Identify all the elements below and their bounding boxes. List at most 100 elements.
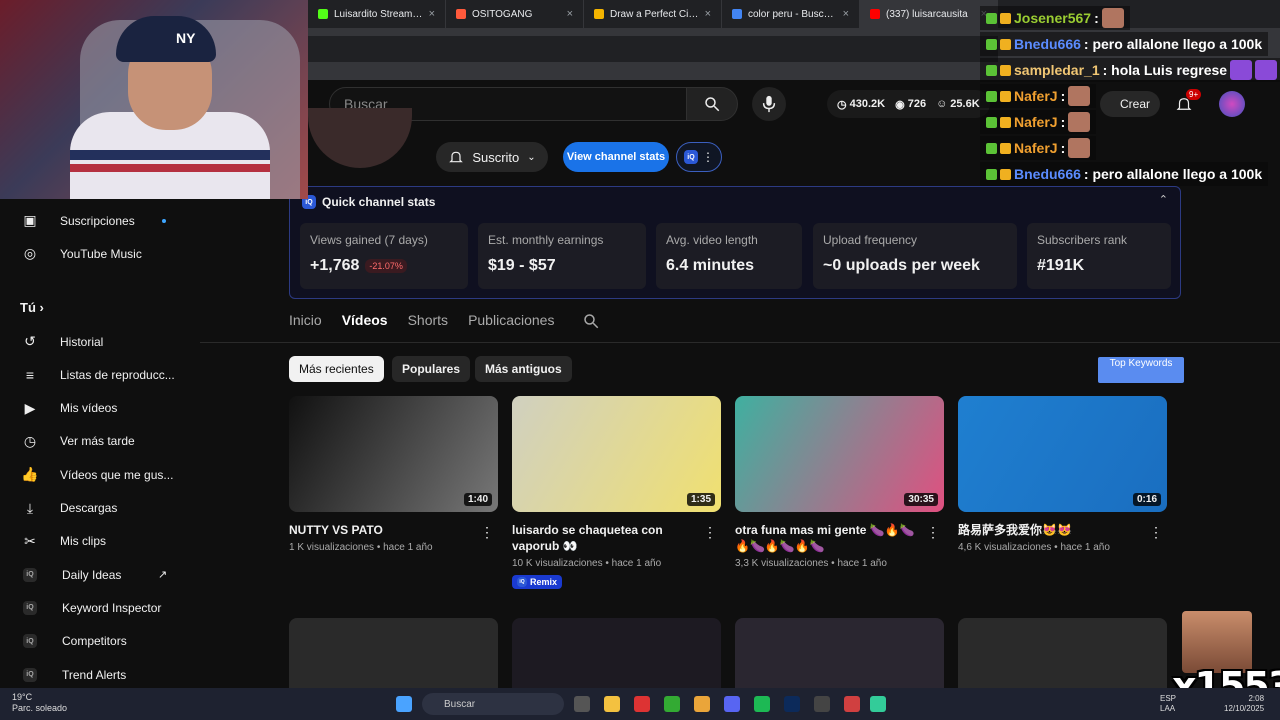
sidebar-item[interactable]: 👍 Vídeos que me gus...	[0, 458, 200, 491]
video-thumbnail[interactable]: 0:16	[958, 396, 1167, 512]
video-title[interactable]: 路易萨多我爱你😻😻	[958, 522, 1167, 538]
view-channel-stats-button[interactable]: View channel stats	[563, 142, 669, 172]
opera-icon[interactable]	[844, 696, 860, 712]
sidebar-item[interactable]: ▶ Mis vídeos	[0, 392, 200, 425]
sidebar-item[interactable]: ↺ Historial	[0, 325, 200, 358]
taskbar-search[interactable]: Buscar	[422, 693, 564, 715]
taskbar: 19°C Parc. soleado Buscar ESP LAA 2:08 12/1…	[0, 688, 1280, 720]
vidiq-menu-button[interactable]: iQ ⋮	[676, 142, 722, 172]
like-icon: 👍	[21, 466, 39, 483]
video-thumbnail[interactable]	[958, 618, 1167, 690]
app-icon[interactable]	[634, 696, 650, 712]
clock-icon: ◷	[837, 98, 847, 111]
close-icon[interactable]: ×	[843, 8, 849, 20]
badge-icon	[986, 142, 997, 154]
more-icon[interactable]: ⋮	[703, 524, 717, 541]
search-icon[interactable]	[582, 312, 600, 330]
search-button[interactable]	[686, 87, 738, 121]
remix-badge[interactable]: iQ Remix	[512, 575, 563, 589]
spotify-icon[interactable]	[754, 696, 770, 712]
clock-icon: ◷	[23, 432, 37, 449]
badge-icon	[986, 38, 997, 50]
sidebar-item-music[interactable]: ◎ YouTube Music	[0, 237, 200, 270]
chip-popular[interactable]: Populares	[392, 356, 471, 382]
change-badge: -21.07%	[365, 259, 407, 273]
tab-inicio[interactable]: Inicio	[289, 312, 322, 340]
video-title[interactable]: NUTTY VS PATO	[289, 522, 498, 538]
collapse-chevron-icon[interactable]: ⌃	[1159, 193, 1168, 206]
emote-icon	[1068, 86, 1091, 106]
photoshop-icon[interactable]	[784, 696, 800, 712]
you-section-header[interactable]: Tú ›	[20, 300, 44, 315]
chip-oldest[interactable]: Más antiguos	[475, 356, 572, 382]
app-icon[interactable]	[814, 696, 830, 712]
tab-publicaciones[interactable]: Publicaciones	[468, 312, 554, 340]
weather-widget[interactable]: 19°C Parc. soleado	[12, 692, 67, 714]
chat-text: : pero allalone llego a 100k	[1083, 36, 1263, 52]
sidebar-item[interactable]: iQ Keyword Inspector	[0, 591, 200, 624]
video-card[interactable]: 1:40 NUTTY VS PATO 1 K visualizaciones • h…	[289, 396, 498, 553]
video-thumbnail[interactable]	[512, 618, 721, 690]
sidebar-item[interactable]: ≡ Listas de reproducc...	[0, 358, 200, 391]
app-icon[interactable]	[870, 696, 886, 712]
close-icon[interactable]: ×	[429, 8, 435, 20]
chat-text: :	[1060, 88, 1066, 104]
close-icon[interactable]: ×	[567, 8, 573, 20]
browser-tab[interactable]: Draw a Perfect Circle ×	[584, 0, 722, 28]
video-card[interactable]: 30:35 otra funa mas mi gente 🍆🔥🍆🔥🍆🔥🍆🔥🍆 3,3…	[735, 396, 944, 569]
watching-stat: 726	[907, 98, 927, 110]
video-thumbnail[interactable]	[735, 618, 944, 690]
tab-label: OSITOGANG	[472, 8, 533, 20]
browser-tab[interactable]: Luisardito Stream - Watch ×	[308, 0, 446, 28]
video-meta: 4,6 K visualizaciones • hace 1 año	[958, 542, 1110, 553]
quick-stats-title: iQ Quick channel stats	[302, 195, 435, 209]
chevron-down-icon: ⌄	[527, 151, 536, 163]
badge-icon	[1000, 38, 1011, 50]
tab-shorts[interactable]: Shorts	[408, 312, 448, 340]
more-icon[interactable]: ⋮	[1149, 524, 1163, 541]
video-meta: 3,3 K visualizaciones • hace 1 año	[735, 558, 887, 569]
tab-label: color peru - Buscar con G	[748, 8, 837, 20]
video-title[interactable]: otra funa mas mi gente 🍆🔥🍆🔥🍆🔥🍆🔥🍆	[735, 522, 944, 554]
chip-recent[interactable]: Más recientes	[289, 356, 384, 382]
browser-tab[interactable]: (337) luisarcausita×	[860, 0, 998, 28]
app-icon[interactable]	[664, 696, 680, 712]
clock[interactable]: 2:08 12/10/2025	[1224, 694, 1264, 714]
subscribed-button[interactable]: Suscrito ⌄	[436, 142, 548, 172]
video-title[interactable]: luisardo se chaquetea con vaporub 👀	[512, 522, 721, 554]
more-icon[interactable]: ⋮	[926, 524, 940, 541]
chrome-icon[interactable]	[694, 696, 710, 712]
folder-icon[interactable]	[604, 696, 620, 712]
tab-label: (337) luisarcausita	[886, 8, 968, 20]
discord-icon[interactable]	[724, 696, 740, 712]
language-indicator[interactable]: ESP LAA	[1160, 694, 1176, 714]
sidebar-item[interactable]: ◷ Ver más tarde	[0, 425, 200, 458]
video-thumbnail[interactable]: 1:40	[289, 396, 498, 512]
sidebar-item[interactable]: ✂ Mis clips	[0, 525, 200, 558]
voice-search-button[interactable]	[752, 87, 786, 121]
video-meta: 10 K visualizaciones • hace 1 año	[512, 558, 662, 569]
sidebar-item-subscriptions[interactable]: ▣ Suscripciones	[0, 204, 200, 237]
video-thumbnail[interactable]	[289, 618, 498, 690]
sidebar-item[interactable]: ⤓ Descargas	[0, 492, 200, 525]
sidebar-item[interactable]: iQ Daily Ideas ↗	[0, 558, 200, 591]
sidebar-item[interactable]: iQ Trend Alerts	[0, 658, 200, 691]
top-keywords-button[interactable]: Top Keywords	[1098, 357, 1184, 383]
video-thumbnail[interactable]: 1:35	[512, 396, 721, 512]
task-view-icon[interactable]	[574, 696, 590, 712]
video-card[interactable]: 0:16 路易萨多我爱你😻😻 4,6 K visualizaciones • hac…	[958, 396, 1167, 553]
video-thumbnail[interactable]: 30:35	[735, 396, 944, 512]
emote-icon	[1068, 138, 1091, 158]
favicon-icon	[594, 9, 604, 19]
browser-tab[interactable]: OSITOGANG ×	[446, 0, 584, 28]
tab-videos[interactable]: Vídeos	[342, 312, 388, 340]
sidebar-item[interactable]: iQ Competitors	[0, 625, 200, 658]
close-icon[interactable]: ×	[705, 8, 711, 20]
start-icon[interactable]	[396, 696, 412, 712]
screen: Luisardito Stream - Watch×OSITOGANG×Draw…	[0, 0, 1280, 720]
duration-badge: 1:40	[463, 493, 492, 506]
browser-tab[interactable]: color peru - Buscar con G ×	[722, 0, 860, 28]
more-icon[interactable]: ⋮	[480, 524, 494, 541]
video-card[interactable]: 1:35 luisardo se chaquetea con vaporub 👀 1…	[512, 396, 721, 589]
emote-icon	[1230, 60, 1253, 80]
